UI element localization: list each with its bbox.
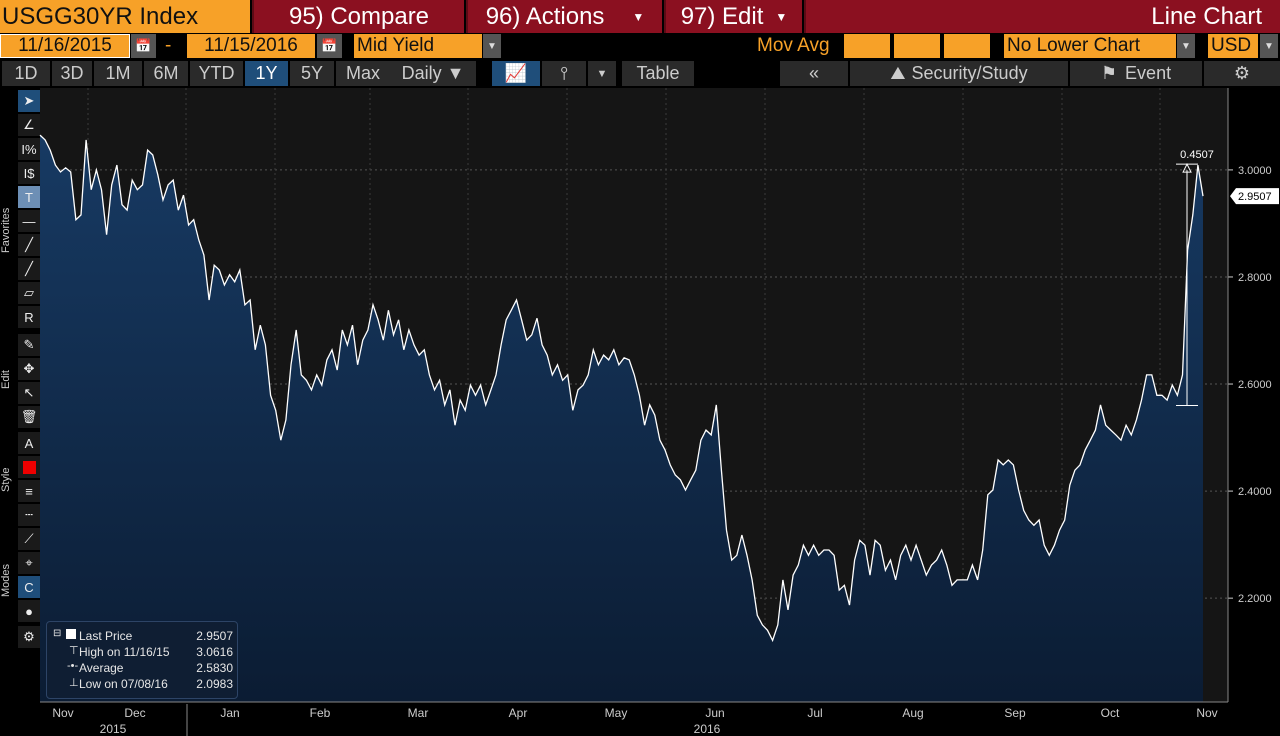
chevron-down-icon[interactable]: ▼ [1177, 34, 1195, 58]
security-study-button[interactable]: ⛰ Security/Study [850, 61, 1068, 86]
event-button[interactable]: ⚑ Event [1070, 61, 1202, 86]
frequency-select[interactable]: Daily ▼ [390, 61, 476, 86]
x-tick-label: May [605, 706, 628, 720]
actions-label: 96) Actions [485, 2, 605, 30]
period-1y[interactable]: 1Y [245, 61, 288, 86]
last-price-label: Last Price [79, 629, 133, 643]
y-tick-label: 2.6000 [1238, 379, 1272, 391]
high-icon: ⊤ [69, 645, 79, 657]
collapse-legend-icon[interactable]: ⊟ [53, 628, 61, 639]
start-date-input[interactable]: 11/16/2015 [0, 34, 130, 58]
period-3d[interactable]: 3D [52, 61, 92, 86]
bar-chart-icon[interactable]: ⫯ [542, 61, 586, 86]
security-study-label: Security/Study [911, 63, 1028, 83]
y-tick-label: 3.0000 [1238, 165, 1272, 177]
edit-label: 97) Edit [680, 2, 764, 30]
calendar-icon[interactable]: 📅 [131, 34, 156, 58]
low-value: 2.0983 [196, 677, 233, 691]
y-tick-label: 2.8000 [1238, 272, 1272, 284]
y-tick-label: 2.2000 [1238, 593, 1272, 605]
x-tick-label: Mar [408, 706, 429, 720]
chevron-down-icon: ▼ [632, 9, 645, 24]
last-price-swatch [66, 629, 76, 639]
x-tick-label: Jan [220, 706, 239, 720]
last-price-value: 2.9507 [196, 629, 233, 643]
x-tick-label: Nov [1196, 706, 1217, 720]
chart-type-title: Line Chart [804, 0, 1280, 33]
chevron-down-icon[interactable]: ▼ [588, 61, 616, 86]
date-dash: - [165, 35, 172, 56]
x-tick-label: Oct [1101, 706, 1120, 720]
period-5y[interactable]: 5Y [290, 61, 334, 86]
period-1d[interactable]: 1D [2, 61, 50, 86]
compare-button[interactable]: 95) Compare [252, 0, 464, 33]
low-label: Low on 07/08/16 [79, 677, 168, 691]
legend: ⊟ Last Price 2.9507 High on 11/16/15 3.061… [46, 621, 238, 699]
edit-menu[interactable]: 97) Edit ▼ [664, 0, 802, 33]
x-tick-label: Apr [509, 706, 528, 720]
period-max[interactable]: Max [336, 61, 390, 86]
x-tick-label: Dec [124, 706, 145, 720]
mov-avg-label: Mov Avg [757, 35, 830, 56]
average-icon: -•- [67, 660, 79, 672]
mov-avg-input-1[interactable] [844, 34, 890, 58]
collapse-icon[interactable]: « [780, 61, 848, 86]
chevron-down-icon: ▼ [775, 9, 788, 24]
x-tick-label: Nov [52, 706, 73, 720]
year-label: 2015 [100, 722, 127, 736]
x-tick-label: Feb [310, 706, 331, 720]
study-icon: ⛰ [890, 63, 906, 83]
flag-icon: ⚑ [1100, 63, 1118, 83]
x-tick-label: Jul [807, 706, 822, 720]
high-value: 3.0616 [196, 645, 233, 659]
change-label: 0.4507 [1180, 149, 1214, 161]
period-ytd[interactable]: YTD [190, 61, 243, 86]
period-1m[interactable]: 1M [94, 61, 142, 86]
actions-menu[interactable]: 96) Actions ▼ [466, 0, 662, 33]
event-label: Event [1125, 63, 1172, 83]
table-button[interactable]: Table [622, 61, 694, 86]
chevron-down-icon[interactable]: ▼ [483, 34, 501, 58]
y-tick-label: 2.4000 [1238, 486, 1272, 498]
last-price-tag-label: 2.9507 [1238, 191, 1272, 203]
x-tick-label: Jun [705, 706, 724, 720]
lower-chart-select[interactable]: No Lower Chart [1004, 34, 1176, 58]
year-label: 2016 [694, 722, 721, 736]
line-chart-icon[interactable]: 📈 [492, 61, 540, 86]
currency-select[interactable]: USD [1208, 34, 1258, 58]
chevron-down-icon[interactable]: ▼ [1260, 34, 1278, 58]
low-icon: ⊥ [69, 677, 79, 689]
ticker-field[interactable]: USGG30YR Index [0, 0, 250, 33]
x-tick-label: Aug [902, 706, 923, 720]
end-date-input[interactable]: 11/15/2016 [187, 34, 315, 58]
x-tick-label: Sep [1004, 706, 1026, 720]
field-select[interactable]: Mid Yield [354, 34, 482, 58]
calendar-icon[interactable]: 📅 [317, 34, 342, 58]
average-label: Average [79, 661, 124, 675]
mov-avg-input-2[interactable] [894, 34, 940, 58]
average-value: 2.5830 [196, 661, 233, 675]
period-6m[interactable]: 6M [144, 61, 188, 86]
gear-icon[interactable]: ⚙ [1204, 61, 1280, 86]
high-label: High on 11/16/15 [79, 645, 170, 659]
mov-avg-input-3[interactable] [944, 34, 990, 58]
